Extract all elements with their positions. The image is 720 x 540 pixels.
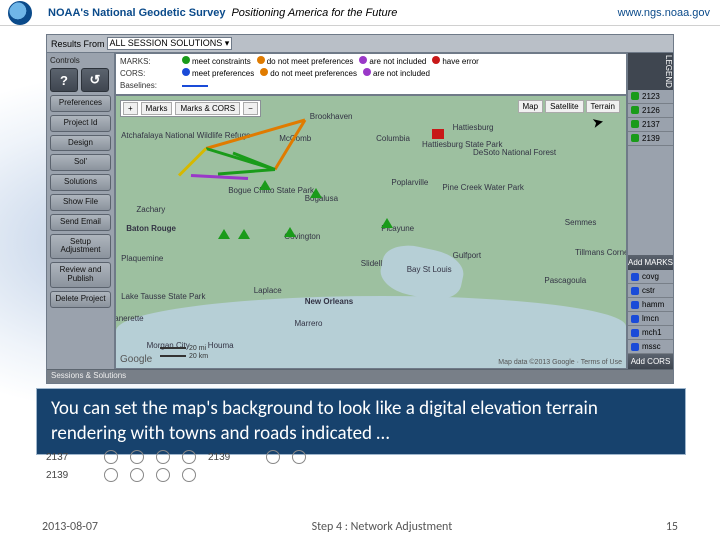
footer-page: 15 bbox=[666, 520, 678, 534]
sidebar-btn-preferences[interactable]: Preferences bbox=[50, 95, 111, 112]
results-select[interactable]: ALL SESSION SOLUTIONS ▾ bbox=[107, 37, 233, 50]
map-canvas[interactable]: Brookhaven McComb Columbia Hattiesburg H… bbox=[115, 95, 627, 369]
legend-cors-label: CORS: bbox=[120, 68, 176, 80]
brand-url: www.ngs.noaa.gov bbox=[618, 7, 710, 19]
legend-header: LEGEND bbox=[628, 53, 673, 90]
results-grid: 21372139 2139 bbox=[46, 448, 658, 484]
mark-error-icon[interactable] bbox=[432, 129, 444, 139]
city-label: Plaquemine bbox=[121, 254, 163, 263]
cors-row[interactable]: mssc bbox=[628, 340, 673, 354]
map-attribution: Map data ©2013 Google · Terms of Use bbox=[498, 359, 622, 366]
sidebar-btn-sol[interactable]: Sol' bbox=[50, 154, 111, 171]
bottom-bar[interactable]: Sessions & Solutions bbox=[47, 369, 673, 383]
city-label: Pascagoula bbox=[544, 276, 586, 285]
left-sidebar: Controls ? ↺ Preferences Project Id Desi… bbox=[47, 53, 115, 369]
right-sidebar: LEGEND 2123 2126 2137 2139 Add MARKS cov… bbox=[627, 53, 673, 369]
legend-baselines-label: Baselines: bbox=[120, 80, 176, 92]
sidebar-btn-review-pub[interactable]: Review and Publish bbox=[50, 262, 111, 288]
mark-row[interactable]: 2126 bbox=[628, 104, 673, 118]
city-label: Gulfport bbox=[453, 251, 481, 260]
legend-marks-label: MARKS: bbox=[120, 56, 176, 68]
brand-tagline: Positioning America for the Future bbox=[231, 7, 397, 19]
mark-row[interactable]: 2139 bbox=[628, 132, 673, 146]
sidebar-btn-send-email[interactable]: Send Email bbox=[50, 214, 111, 231]
map-zoom-out[interactable]: − bbox=[243, 102, 258, 115]
sidebar-btn-project-id[interactable]: Project Id bbox=[50, 115, 111, 132]
add-marks-button[interactable]: Add MARKS bbox=[628, 255, 673, 270]
map-layer-marks-cors[interactable]: Marks & CORS bbox=[175, 102, 240, 115]
city-label: Tillmans Corner bbox=[575, 248, 627, 257]
scale-bar: 20 mi 20 km bbox=[160, 345, 208, 360]
cors-row[interactable]: cstr bbox=[628, 284, 673, 298]
sidebar-btn-delete[interactable]: Delete Project bbox=[50, 291, 111, 308]
map-type-switch: Map Satellite Terrain bbox=[518, 100, 620, 113]
city-label: Laplace bbox=[254, 286, 282, 295]
map-type-terrain[interactable]: Terrain bbox=[586, 100, 620, 113]
noaa-header: NOAA's National Geodetic Survey Position… bbox=[0, 0, 720, 26]
mark-row[interactable]: 2123 bbox=[628, 90, 673, 104]
mark-row[interactable]: 2137 bbox=[628, 118, 673, 132]
city-label: DeSoto National Forest bbox=[473, 148, 556, 157]
sidebar-btn-solutions[interactable]: Solutions bbox=[50, 174, 111, 191]
footer-step: Step 4 : Network Adjustment bbox=[312, 520, 453, 534]
cors-row[interactable]: lmcn bbox=[628, 312, 673, 326]
controls-label: Controls bbox=[50, 56, 111, 65]
city-label: Jeanerette bbox=[115, 314, 144, 323]
add-cors-button[interactable]: Add CORS bbox=[628, 354, 673, 369]
sidebar-btn-setup-adj[interactable]: Setup Adjustment bbox=[50, 234, 111, 260]
sidebar-btn-design[interactable]: Design bbox=[50, 135, 111, 152]
cors-row[interactable]: hamm bbox=[628, 298, 673, 312]
map-type-satellite[interactable]: Satellite bbox=[545, 100, 583, 113]
brand: NOAA's National Geodetic Survey bbox=[48, 7, 225, 19]
city-label: Marrero bbox=[295, 319, 323, 328]
city-label: Lake Tausse State Park bbox=[121, 292, 205, 301]
sidebar-btn-show-file[interactable]: Show File bbox=[50, 194, 111, 211]
results-bar: Results From ALL SESSION SOLUTIONS ▾ bbox=[47, 35, 673, 53]
city-label: Slidell bbox=[361, 259, 382, 268]
city-label: Bay St Louis bbox=[407, 265, 452, 274]
network-overlay bbox=[116, 96, 416, 246]
baseline-line-icon bbox=[182, 85, 208, 87]
city-label: Houma bbox=[208, 341, 234, 350]
city-label: Semmes bbox=[565, 218, 597, 227]
footer-date: 2013-08-07 bbox=[42, 520, 98, 534]
cors-row[interactable]: covg bbox=[628, 270, 673, 284]
slide-footer: 2013-08-07 Step 4 : Network Adjustment 1… bbox=[0, 520, 720, 534]
caption-banner: You can set the map's background to look… bbox=[36, 388, 686, 455]
map-toolbar: + Marks Marks & CORS − bbox=[120, 100, 261, 117]
map-zoom-in[interactable]: + bbox=[123, 102, 138, 115]
cors-row[interactable]: mch1 bbox=[628, 326, 673, 340]
google-logo: Google bbox=[120, 354, 152, 365]
help-button[interactable]: ? bbox=[50, 68, 78, 92]
noaa-logo-icon bbox=[8, 1, 32, 25]
opus-app-frame: Results From ALL SESSION SOLUTIONS ▾ Con… bbox=[46, 34, 674, 384]
city-label: New Orleans bbox=[305, 297, 353, 306]
map-type-map[interactable]: Map bbox=[518, 100, 544, 113]
undo-button[interactable]: ↺ bbox=[81, 68, 109, 92]
map-layer-marks[interactable]: Marks bbox=[141, 102, 173, 115]
city-label: Pine Creek Water Park bbox=[442, 183, 524, 192]
results-label: Results From bbox=[51, 39, 105, 49]
city-label: Hattiesburg bbox=[453, 123, 494, 132]
legend-panel: MARKS: meet constraints do not meet pref… bbox=[115, 53, 627, 95]
